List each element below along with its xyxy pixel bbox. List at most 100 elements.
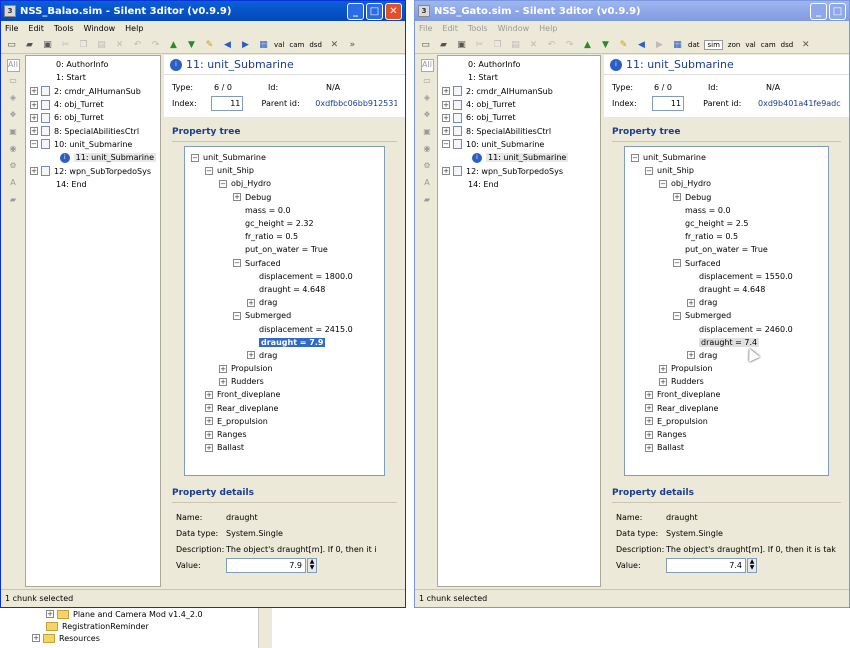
toolbar-dsd[interactable]: dsd xyxy=(781,41,794,49)
expand-icon[interactable]: + xyxy=(30,167,38,176)
property-node[interactable]: displacement = 1800.0 xyxy=(191,270,378,283)
new-file-icon[interactable]: ▭ xyxy=(418,38,433,52)
toolbar-dat[interactable]: dat xyxy=(688,41,699,49)
menu-window[interactable]: Window xyxy=(498,24,530,33)
property-node[interactable]: + Front_diveplane xyxy=(191,388,378,401)
cut-icon[interactable]: ✂ xyxy=(472,38,487,52)
view-grid-icon[interactable]: ▦ xyxy=(670,38,685,52)
close-doc-icon[interactable]: ✕ xyxy=(327,38,342,52)
menu-edit[interactable]: Edit xyxy=(28,24,44,33)
expand-icon[interactable]: + xyxy=(645,443,653,452)
expand-icon[interactable]: + xyxy=(645,390,653,399)
undo-icon[interactable]: ↶ xyxy=(130,38,145,52)
text-icon[interactable]: A xyxy=(421,178,434,191)
tool-icon[interactable]: ▭ xyxy=(7,76,20,89)
expand-icon[interactable]: + xyxy=(205,443,213,452)
menu-tools[interactable]: Tools xyxy=(54,24,74,33)
property-node[interactable]: fr_ratio = 0.5 xyxy=(631,230,822,243)
collapse-icon[interactable]: − xyxy=(673,259,681,268)
collapse-icon[interactable]: − xyxy=(233,311,241,320)
move-down-icon[interactable]: ▼ xyxy=(184,38,199,52)
expand-icon[interactable]: + xyxy=(30,87,38,96)
tree-item[interactable]: +8: SpecialAbilitiesCtrl xyxy=(30,124,156,137)
toolbar-val[interactable]: val xyxy=(745,41,755,49)
property-node[interactable]: + Debug xyxy=(191,191,378,204)
tree-item[interactable]: +12: wpn_SubTorpedoSys xyxy=(30,164,156,177)
tree-item[interactable]: +2: cmdr_AIHumanSub xyxy=(30,85,156,98)
property-node[interactable]: + E_propulsion xyxy=(191,415,378,428)
title-bar[interactable]: 3 NSS_Gato.sim - Silent 3ditor (v0.9.9) … xyxy=(415,1,849,21)
property-node[interactable]: + Ballast xyxy=(631,441,822,454)
move-up-icon[interactable]: ▲ xyxy=(580,38,595,52)
move-up-icon[interactable]: ▲ xyxy=(166,38,181,52)
copy-icon[interactable]: ❐ xyxy=(76,38,91,52)
tool-icon[interactable]: ◉ xyxy=(7,144,20,157)
property-node[interactable]: − Surfaced xyxy=(191,257,378,270)
expand-icon[interactable]: + xyxy=(645,404,653,413)
value-input[interactable]: 7.4 xyxy=(666,557,746,573)
tree-item[interactable]: − 10: unit_Submarine xyxy=(442,138,596,151)
property-node[interactable]: draught = 4.648 xyxy=(191,283,378,296)
expand-icon[interactable]: + xyxy=(247,351,255,360)
title-bar[interactable]: 3 NSS_Balao.sim - Silent 3ditor (v0.9.9)… xyxy=(1,1,405,21)
collapse-icon[interactable]: − xyxy=(233,259,241,268)
new-file-icon[interactable]: ▭ xyxy=(4,38,19,52)
property-node[interactable]: − obj_Hydro xyxy=(631,177,822,190)
menu-file[interactable]: File xyxy=(5,24,18,33)
property-node[interactable]: put_on_water = True xyxy=(631,243,822,256)
property-node[interactable]: + Rear_diveplane xyxy=(191,402,378,415)
copy-icon[interactable]: ❐ xyxy=(490,38,505,52)
tool-icon[interactable]: ⚙ xyxy=(421,161,434,174)
property-node[interactable]: − Submerged xyxy=(631,309,822,322)
back-icon[interactable]: ◀ xyxy=(634,38,649,52)
property-node[interactable]: + drag xyxy=(191,296,378,309)
tool-icon[interactable]: ❖ xyxy=(7,110,20,123)
tree-item[interactable]: +8: SpecialAbilitiesCtrl xyxy=(442,124,596,137)
menu-help[interactable]: Help xyxy=(125,24,143,33)
property-node[interactable]: + Propulsion xyxy=(191,362,378,375)
property-node[interactable]: + Rudders xyxy=(631,375,822,388)
open-folder-icon[interactable]: ▰ xyxy=(22,38,37,52)
property-node[interactable]: − unit_Submarine xyxy=(191,151,378,164)
tree-item[interactable]: +4: obj_Turret xyxy=(442,98,596,111)
property-node[interactable]: + E_propulsion xyxy=(631,415,822,428)
tool-icon[interactable]: ▰ xyxy=(7,195,20,208)
property-node[interactable]: gc_height = 2.32 xyxy=(191,217,378,230)
expand-icon[interactable]: + xyxy=(205,417,213,426)
forward-icon[interactable]: ▶ xyxy=(652,38,667,52)
parent-id-link[interactable]: 0xdfbbc06bb912531a xyxy=(315,99,397,108)
tool-icon[interactable]: ⚙ xyxy=(7,161,20,174)
view-grid-icon[interactable]: ▦ xyxy=(256,38,271,52)
tree-item[interactable]: i 11: unit_Submarine xyxy=(442,151,596,164)
tree-item[interactable]: i 11: unit_Submarine xyxy=(30,151,156,164)
edit-icon[interactable]: ✎ xyxy=(616,38,631,52)
expand-icon[interactable]: + xyxy=(442,113,450,122)
expand-icon[interactable]: + xyxy=(687,298,695,307)
expand-icon[interactable]: + xyxy=(442,167,450,176)
index-field[interactable]: 11 xyxy=(211,95,244,111)
collapse-icon[interactable]: − xyxy=(30,140,38,149)
toolbar-zon[interactable]: zon xyxy=(728,41,740,49)
expand-icon[interactable]: + xyxy=(46,610,54,618)
tree-item[interactable]: 1: Start xyxy=(30,71,156,84)
delete-icon[interactable]: ✕ xyxy=(526,38,541,52)
tool-icon[interactable]: ❖ xyxy=(421,110,434,123)
parent-id-link[interactable]: 0xd9b401a41fe9adcd xyxy=(758,99,841,108)
minimize-button[interactable]: _ xyxy=(810,2,827,20)
property-node[interactable]: + drag xyxy=(631,349,822,362)
collapse-icon[interactable]: − xyxy=(645,166,653,175)
collapse-icon[interactable]: − xyxy=(191,153,199,162)
expand-icon[interactable]: + xyxy=(205,390,213,399)
paste-icon[interactable]: ▤ xyxy=(94,38,109,52)
toolbar-cam[interactable]: cam xyxy=(761,41,776,49)
undo-icon[interactable]: ↶ xyxy=(544,38,559,52)
delete-icon[interactable]: ✕ xyxy=(112,38,127,52)
tree-item[interactable]: 14: End xyxy=(442,178,596,191)
redo-icon[interactable]: ↷ xyxy=(562,38,577,52)
tree-item[interactable]: +6: obj_Turret xyxy=(442,111,596,124)
property-node[interactable]: + Rear_diveplane xyxy=(631,402,822,415)
collapse-icon[interactable]: − xyxy=(219,179,227,188)
tool-icon[interactable]: ◈ xyxy=(7,93,20,106)
toolbar-dsd[interactable]: dsd xyxy=(309,41,322,49)
property-node[interactable]: draught = 7.4 xyxy=(631,336,822,349)
